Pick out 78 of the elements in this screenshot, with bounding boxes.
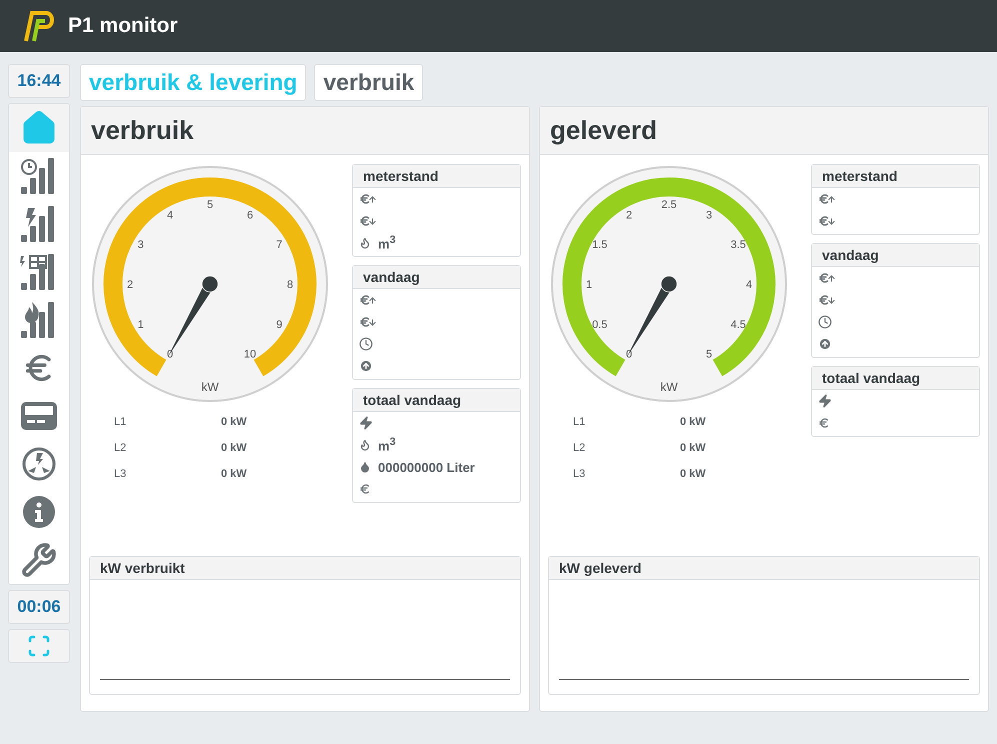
- euro-icon: [359, 483, 371, 495]
- euro-down-icon: [359, 215, 377, 227]
- gauge-tick-label: 1: [586, 279, 592, 291]
- card-title: meterstand: [812, 165, 979, 188]
- gauge-tick-label: 0.5: [592, 319, 608, 331]
- bolt-icon: [818, 394, 832, 408]
- card-title: meterstand: [353, 165, 520, 188]
- gauge-tick-label: 1: [138, 319, 144, 331]
- euro-down-icon: [359, 316, 377, 328]
- fullscreen-icon: [27, 634, 51, 658]
- phase-value: 0 kW: [680, 441, 707, 456]
- arrow-up-circle-icon: [359, 359, 373, 373]
- gauge-tick-label: 6: [246, 210, 254, 222]
- euro-up-icon: [818, 193, 836, 205]
- logo-icon: [22, 9, 56, 43]
- phases-icon: [22, 447, 56, 481]
- phase-label: L1: [573, 415, 586, 430]
- euro-up-icon: [359, 193, 377, 205]
- gauge-tick-label: 2: [626, 210, 632, 222]
- phase-value: 0 kW: [221, 441, 248, 456]
- card-title: totaal vandaag: [353, 389, 520, 412]
- gauge-unit: kW: [660, 380, 678, 394]
- card-title: vandaag: [353, 266, 520, 289]
- phase-label: L1: [114, 415, 128, 430]
- gauge-tick-label: 3.5: [730, 239, 746, 251]
- gauge-tick-label: 10: [244, 348, 256, 360]
- info-icon: [22, 495, 56, 529]
- gauge-tick-label: 4.5: [730, 319, 746, 331]
- wrench-icon: [21, 542, 57, 578]
- gauge-tick-label: 4: [166, 210, 174, 222]
- gauge-tick-label: 4: [746, 279, 752, 291]
- gauge-tick-label: 0: [166, 348, 174, 360]
- gauge-tick-label: 5: [206, 199, 214, 211]
- gauge-tick-label: 0: [626, 348, 632, 360]
- gauge-tick-label: 1.5: [592, 239, 608, 251]
- phase-value: 0 kW: [680, 467, 707, 482]
- euro-down-icon: [818, 215, 836, 227]
- gauge-tick-label: 9: [276, 319, 282, 331]
- phase-value: 0 kW: [221, 467, 248, 482]
- gauge-tick-label: 5: [706, 348, 712, 360]
- card-title: totaal vandaag: [812, 367, 979, 390]
- card-value: 000000000 Liter: [378, 460, 475, 474]
- chart-title: kW verbruikt: [90, 557, 520, 580]
- tab[interactable]: verbruik: [314, 64, 424, 101]
- gauge-tick-label: 7: [276, 239, 282, 251]
- phase-label: L3: [573, 467, 586, 482]
- flame-icon: [359, 237, 371, 249]
- phase-value: 0 kW: [680, 415, 707, 430]
- euro-up-icon: [818, 272, 836, 284]
- card-value: m$^{3}$: [378, 436, 396, 454]
- euro-up-icon: [359, 294, 377, 306]
- gauge-tick-label: 2.5: [661, 199, 677, 211]
- drop-icon: [359, 461, 371, 473]
- panel-title: verbruik: [81, 107, 529, 155]
- clock-icon: [359, 337, 373, 351]
- gauge-tick-label: 3: [706, 210, 712, 222]
- chart-title: kW geleverd: [549, 557, 979, 580]
- euro-icon: [818, 417, 830, 429]
- panel-title: geleverd: [540, 107, 988, 155]
- clock-icon: [818, 315, 832, 329]
- gauge-unit: kW: [201, 380, 219, 394]
- phase-label: L2: [573, 441, 586, 456]
- refresh-timer: 00:06: [8, 590, 70, 624]
- flame-icon: [359, 439, 371, 451]
- clock-time: 16:44: [8, 64, 70, 98]
- euro-down-icon: [818, 294, 836, 306]
- gauge-tick-label: 3: [138, 239, 144, 251]
- arrow-up-circle-icon: [818, 337, 832, 351]
- bolt-icon: [359, 416, 373, 430]
- card-icon: [21, 402, 57, 430]
- card-value: m$^{3}$: [378, 234, 396, 252]
- phase-label: L2: [114, 441, 128, 456]
- phase-value: 0 kW: [221, 415, 248, 430]
- gauge-tick-label: 2: [126, 279, 134, 291]
- card-title: vandaag: [812, 244, 979, 267]
- gauge-tick-label: 8: [286, 279, 294, 291]
- phase-label: L3: [114, 467, 128, 482]
- app-title: P1 monitor: [68, 14, 178, 38]
